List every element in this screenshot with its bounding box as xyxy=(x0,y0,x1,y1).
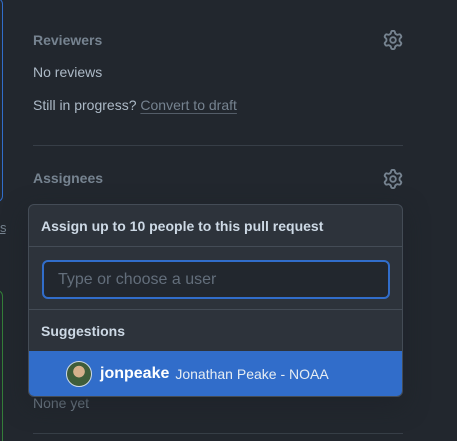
suggestion-item[interactable]: jonpeake Jonathan Peake - NOAA xyxy=(29,351,402,396)
assignee-picker-header: Assign up to 10 people to this pull requ… xyxy=(29,205,402,247)
assignees-heading: Assignees xyxy=(33,170,104,186)
main-column-merge-box xyxy=(0,290,3,441)
main-column-box xyxy=(0,0,3,202)
reviewers-gear-icon[interactable] xyxy=(383,30,403,50)
section-divider xyxy=(33,145,403,146)
assignee-picker-menu: Assign up to 10 people to this pull requ… xyxy=(28,204,403,397)
reviewers-status: No reviews xyxy=(33,64,103,80)
avatar xyxy=(66,361,92,387)
suggestion-full-name: Jonathan Peake - NOAA xyxy=(175,366,329,382)
convert-to-draft-link[interactable]: Convert to draft xyxy=(140,97,237,113)
assignees-gear-icon[interactable] xyxy=(383,169,403,189)
suggestions-heading: Suggestions xyxy=(29,310,402,351)
draft-prompt: Still in progress? Convert to draft xyxy=(33,97,237,113)
main-column-fragment[interactable]: s xyxy=(0,220,6,235)
suggestion-login: jonpeake xyxy=(100,365,170,382)
reviewers-heading: Reviewers xyxy=(33,32,103,48)
sidebar-page: s Reviewers No reviews Still in progress… xyxy=(0,0,457,441)
labels-status: None yet xyxy=(33,395,90,411)
draft-prompt-text: Still in progress? xyxy=(33,97,137,113)
assignee-filter xyxy=(29,247,402,310)
section-divider-bottom xyxy=(33,433,403,434)
assignee-search-input[interactable] xyxy=(42,260,390,299)
